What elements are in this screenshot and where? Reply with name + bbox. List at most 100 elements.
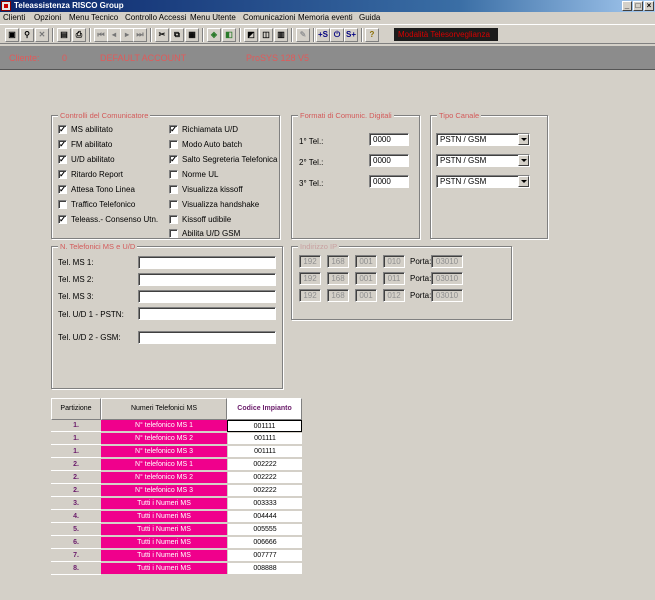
checkbox-show-kissoff[interactable]: Visualizza kissoff (169, 185, 243, 194)
print-icon[interactable]: ⎙ (72, 28, 86, 42)
checkbox-show-handshake[interactable]: Visualizza handshake (169, 200, 259, 209)
system-code-cell[interactable]: 004444 (227, 511, 302, 523)
menu-opzioni[interactable]: Opzioni (34, 13, 61, 23)
ms-number-cell[interactable]: N° telefonico MS 2 (101, 472, 227, 484)
checkbox-dial-tone-wait[interactable]: ✓ Attesa Tono Linea (58, 185, 135, 194)
channel-select-3[interactable]: PSTN / GSM (436, 175, 530, 188)
partition-cell[interactable]: 8. (51, 563, 101, 575)
power-icon[interactable]: ⏻ (330, 28, 344, 42)
ms-number-cell[interactable]: N° telefonico MS 2 (101, 433, 227, 445)
tel-ms3-input[interactable] (138, 290, 276, 303)
ms-number-cell[interactable]: N° telefonico MS 3 (101, 485, 227, 497)
checkbox-ud-enabled[interactable]: ✓ U/D abilitato (58, 155, 115, 164)
menu-guida[interactable]: Guida (359, 13, 380, 23)
menu-utente[interactable]: Menu Utente (190, 13, 236, 23)
first-record-icon[interactable]: ⏮ (94, 28, 108, 42)
checkbox-user-consent[interactable]: ✓ Teleass.- Consenso Utn. (58, 215, 158, 224)
maximize-button[interactable]: □ (633, 1, 643, 11)
ms-number-cell[interactable]: Tutti i Numeri MS (101, 537, 227, 549)
ms-number-cell[interactable]: N° telefonico MS 1 (101, 420, 227, 432)
checkbox-phone-traffic[interactable]: Traffico Telefonico (58, 200, 135, 209)
partition-cell[interactable]: 5. (51, 524, 101, 536)
ms-number-cell[interactable]: N° telefonico MS 3 (101, 446, 227, 458)
open-client-icon[interactable]: ▣ (5, 28, 19, 42)
format-tel-1-input[interactable]: 0000 (369, 133, 409, 146)
paste-icon[interactable]: ▦ (185, 28, 199, 42)
menu-clienti[interactable]: Clienti (3, 13, 25, 23)
ms-number-cell[interactable]: N° telefonico MS 1 (101, 459, 227, 471)
minimize-button[interactable]: _ (622, 1, 632, 11)
binoculars-icon[interactable]: ⚲ (20, 28, 34, 42)
system-code-cell[interactable]: 005555 (227, 524, 302, 536)
checkbox-fm-enabled[interactable]: ✓ FM abilitato (58, 140, 112, 149)
checkbox-report-delay[interactable]: ✓ Ritardo Report (58, 170, 123, 179)
dropdown-arrow-icon[interactable] (518, 155, 529, 166)
partition-cell[interactable]: 3. (51, 498, 101, 510)
plus-s-button[interactable]: +S (316, 28, 330, 42)
menu-tecnico[interactable]: Menu Tecnico (69, 13, 118, 23)
checkbox-gsm-ud[interactable]: Abilita U/D GSM (169, 229, 240, 238)
ms-number-cell[interactable]: Tutti i Numeri MS (101, 550, 227, 562)
dropdown-arrow-icon[interactable] (518, 134, 529, 145)
column-header-partition[interactable]: Partizione (51, 398, 101, 420)
checkbox-ud-callback[interactable]: ✓ Richiamata U/D (169, 125, 238, 134)
partition-cell[interactable]: 4. (51, 511, 101, 523)
partition-cell[interactable]: 2. (51, 485, 101, 497)
system-code-cell[interactable]: 001111 (227, 433, 302, 445)
terminal-icon[interactable]: ▥ (274, 28, 288, 42)
channel-select-1[interactable]: PSTN / GSM (436, 133, 530, 146)
s-plus-button[interactable]: S+ (344, 28, 358, 42)
last-record-icon[interactable]: ⏭ (133, 28, 147, 42)
format-tel-3-input[interactable]: 0000 (369, 175, 409, 188)
partition-cell[interactable]: 6. (51, 537, 101, 549)
system-code-cell[interactable]: 001111 (227, 420, 302, 432)
compare-icon[interactable]: ◫ (259, 28, 273, 42)
column-header-numbers[interactable]: Numeri Telefonici MS (101, 398, 227, 420)
partition-cell[interactable]: 7. (51, 550, 101, 562)
upload-icon[interactable]: ◩ (244, 28, 258, 42)
system-code-cell[interactable]: 007777 (227, 550, 302, 562)
ms-number-cell[interactable]: Tutti i Numeri MS (101, 524, 227, 536)
format-tel-2-input[interactable]: 0000 (369, 154, 409, 167)
tel-ud2-gsm-input[interactable] (138, 331, 276, 344)
ms-number-cell[interactable]: Tutti i Numeri MS (101, 498, 227, 510)
ms-number-cell[interactable]: Tutti i Numeri MS (101, 563, 227, 575)
channel-select-2[interactable]: PSTN / GSM (436, 154, 530, 167)
prev-record-icon[interactable]: ◂ (107, 28, 121, 42)
checkbox-auto-batch[interactable]: Modo Auto batch (169, 140, 242, 149)
checkbox-audible-kissoff[interactable]: Kissoff udibile (169, 215, 231, 224)
save-icon[interactable]: ▤ (57, 28, 71, 42)
dropdown-arrow-icon[interactable] (518, 176, 529, 187)
cut-icon[interactable]: ✂ (155, 28, 169, 42)
tel-ms1-input[interactable] (138, 256, 276, 269)
delete-icon[interactable]: ✕ (35, 28, 49, 42)
system-code-cell[interactable]: 006666 (227, 537, 302, 549)
ms-number-cell[interactable]: Tutti i Numeri MS (101, 511, 227, 523)
system-code-cell[interactable]: 002222 (227, 459, 302, 471)
edit-icon[interactable]: ✎ (296, 28, 310, 42)
tel-ud1-pstn-input[interactable] (138, 307, 276, 320)
partition-cell[interactable]: 2. (51, 472, 101, 484)
menu-controllo-accessi[interactable]: Controllo Accessi (125, 13, 186, 23)
partition-cell[interactable]: 2. (51, 459, 101, 471)
next-record-icon[interactable]: ▸ (120, 28, 134, 42)
system-code-cell[interactable]: 003333 (227, 498, 302, 510)
system-code-cell[interactable]: 002222 (227, 485, 302, 497)
system-code-cell[interactable]: 002222 (227, 472, 302, 484)
menu-comunicazioni[interactable]: Comunicazioni (243, 13, 295, 23)
column-header-code[interactable]: Codice Impianto (227, 398, 302, 420)
checkbox-ms-enabled[interactable]: ✓ MS abilitato (58, 125, 113, 134)
close-button[interactable]: × (644, 1, 654, 11)
partition-cell[interactable]: 1. (51, 446, 101, 458)
system-code-cell[interactable]: 008888 (227, 563, 302, 575)
checkbox-ul-standards[interactable]: Norme UL (169, 170, 218, 179)
tel-ms2-input[interactable] (138, 273, 276, 286)
checkbox-answering-machine-skip[interactable]: ✓ Salto Segreteria Telefonica (169, 155, 277, 164)
partition-cell[interactable]: 1. (51, 433, 101, 445)
menu-memoria-eventi[interactable]: Memoria eventi (298, 13, 353, 23)
download-icon[interactable]: ◧ (222, 28, 236, 42)
partition-cell[interactable]: 1. (51, 420, 101, 432)
help-button[interactable]: ? (365, 28, 379, 42)
system-code-cell[interactable]: 001111 (227, 446, 302, 458)
connect-icon[interactable]: ◈ (207, 28, 221, 42)
